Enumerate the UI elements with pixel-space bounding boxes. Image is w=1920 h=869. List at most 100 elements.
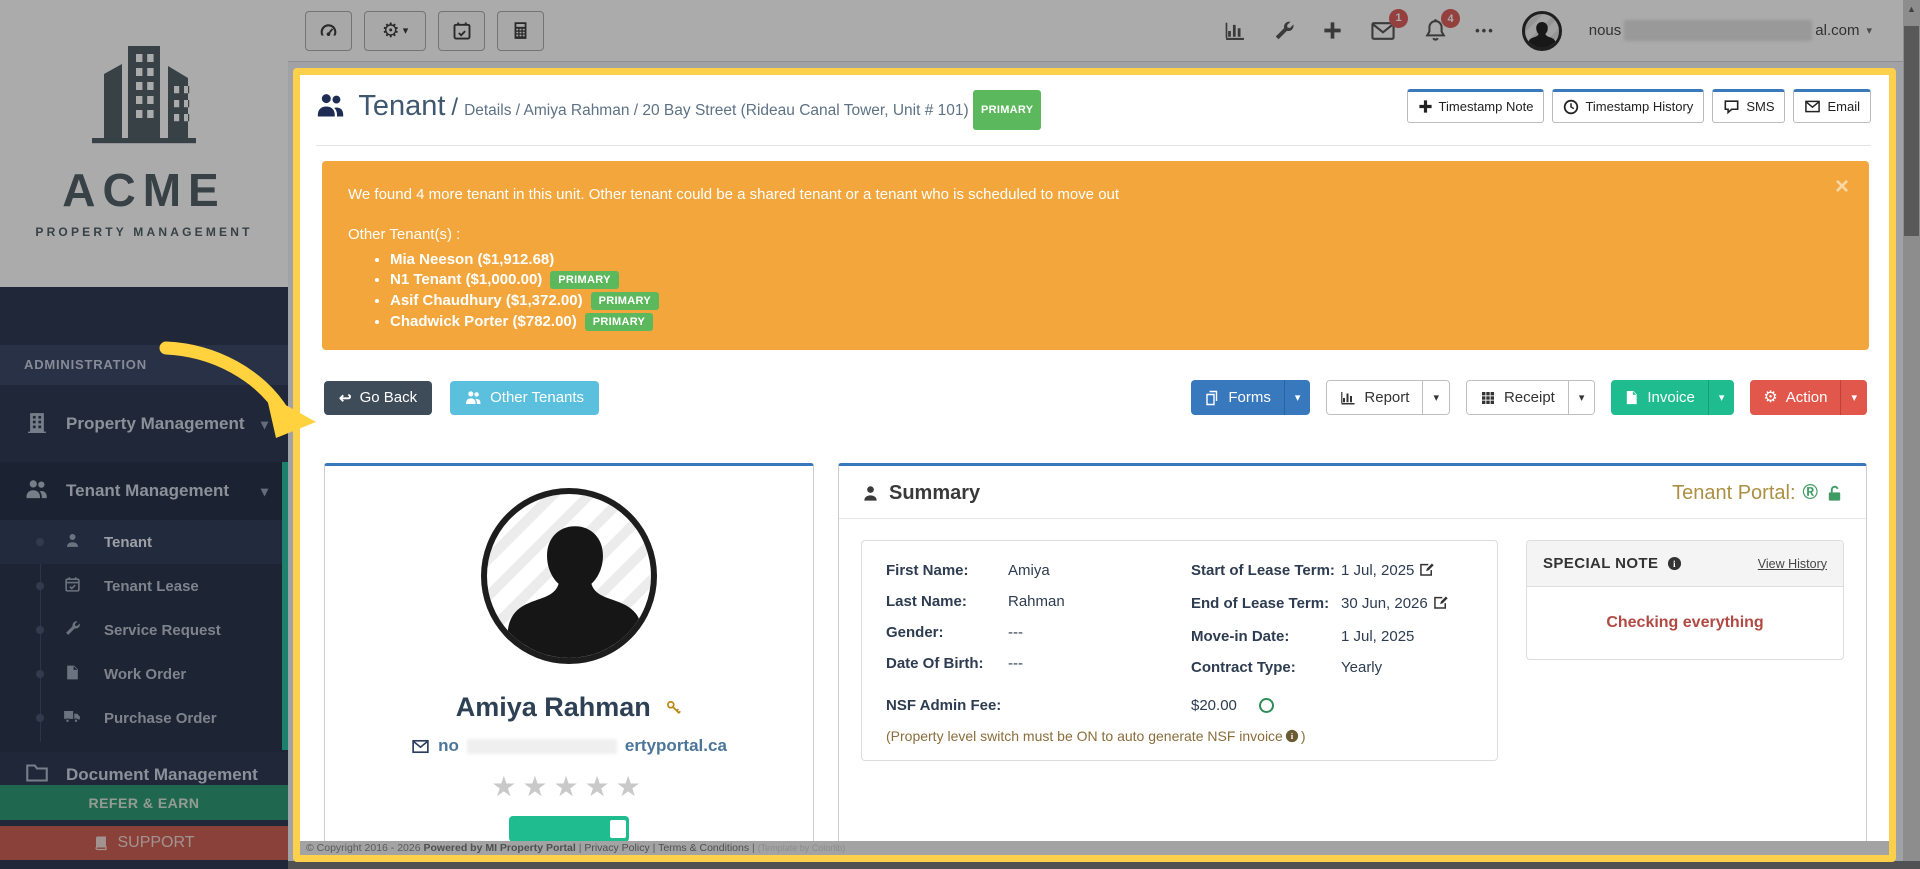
- go-back-label: Go Back: [359, 389, 418, 406]
- field-last-name: Last Name: Rahman: [886, 593, 1065, 610]
- primary-status-badge: PRIMARY: [590, 292, 659, 310]
- grid-icon: [1480, 390, 1496, 406]
- window-bottom-edge: [288, 861, 1920, 869]
- reports-chart-button[interactable]: [1224, 20, 1246, 42]
- tenant-email-suffix: ertyportal.ca: [624, 736, 727, 755]
- app-window: ACME PROPERTY MANAGEMENT ADMINISTRATION …: [0, 0, 1920, 869]
- receipt-dropdown-button[interactable]: ▾: [1567, 381, 1595, 414]
- sidebar-subitem-work-order[interactable]: Work Order: [0, 652, 288, 696]
- tenant-email-prefix: no: [438, 736, 459, 755]
- envelope-icon: [411, 737, 430, 756]
- invoice-dropdown-button[interactable]: ▾: [1707, 380, 1735, 415]
- refer-and-earn-button[interactable]: REFER & EARN: [0, 785, 288, 820]
- calendar-button[interactable]: [438, 10, 485, 51]
- settings-button[interactable]: ⚙ ▾: [364, 10, 426, 51]
- list-item: Chadwick Porter ($782.00)PRIMARY: [390, 313, 1843, 331]
- sidebar-subitem-service-request[interactable]: Service Request: [0, 608, 288, 652]
- user-menu[interactable]: nous al.com ▾: [1589, 20, 1872, 41]
- support-button[interactable]: SUPPORT: [0, 826, 288, 860]
- view-history-link[interactable]: View History: [1758, 557, 1827, 571]
- calendar-check-icon: [452, 21, 472, 41]
- sidebar-section-administration: ADMINISTRATION: [0, 345, 288, 385]
- lock-open-icon[interactable]: [1825, 484, 1844, 503]
- brand-logo[interactable]: ACME PROPERTY MANAGEMENT: [0, 0, 288, 287]
- field-lease-start: Start of Lease Term: 1 Jul, 2025: [1191, 561, 1473, 583]
- receipt-button[interactable]: Receipt: [1466, 381, 1568, 414]
- messages-button[interactable]: 1: [1370, 8, 1409, 44]
- timestamp-note-button[interactable]: Timestamp Note: [1406, 89, 1545, 123]
- email-label: Email: [1827, 99, 1860, 114]
- key-icon[interactable]: [666, 692, 682, 722]
- forms-dropdown-button[interactable]: ▾: [1283, 380, 1311, 415]
- list-item: Mia Neeson ($1,912.68): [390, 251, 1843, 268]
- messages-count-badge: 1: [1389, 8, 1409, 28]
- user-email-prefix: nous: [1588, 22, 1622, 39]
- timestamp-note-label: Timestamp Note: [1438, 99, 1534, 114]
- other-tenants-button[interactable]: Other Tenants: [450, 380, 600, 415]
- sidebar-item-property-management[interactable]: Property Management ▾: [0, 393, 288, 455]
- user-avatar[interactable]: [1521, 10, 1562, 51]
- support-label: SUPPORT: [117, 834, 195, 851]
- scrollbar-thumb[interactable]: [1904, 26, 1919, 236]
- tools-button[interactable]: [1273, 20, 1295, 42]
- forms-label: Forms: [1228, 389, 1271, 406]
- sidebar-subitem-tenant[interactable]: Tenant: [0, 520, 288, 564]
- brand-tagline: PROPERTY MANAGEMENT: [35, 225, 253, 239]
- tenant-email[interactable]: no ertyportal.ca: [325, 736, 813, 756]
- alert-other-tenants-label: Other Tenant(s) :: [348, 226, 461, 243]
- notifications-button[interactable]: 4: [1423, 9, 1461, 43]
- privacy-policy-link[interactable]: Privacy Policy: [584, 842, 649, 854]
- envelope-icon: [1804, 98, 1821, 115]
- chevron-down-icon: ▾: [260, 415, 268, 432]
- sms-label: SMS: [1746, 99, 1775, 114]
- sidebar-subitem-tenant-lease[interactable]: Tenant Lease: [0, 564, 288, 608]
- timestamp-history-label: Timestamp History: [1585, 99, 1694, 114]
- email-button[interactable]: Email: [1793, 89, 1871, 123]
- caret-down-icon: ▾: [1433, 392, 1439, 404]
- vertical-scrollbar[interactable]: ▲: [1903, 0, 1920, 869]
- info-icon[interactable]: i: [1285, 729, 1299, 743]
- go-back-button[interactable]: ↩ Go Back: [324, 380, 433, 415]
- calculator-button[interactable]: [497, 10, 544, 51]
- forms-button[interactable]: Forms: [1191, 380, 1284, 415]
- info-icon[interactable]: i: [1667, 556, 1682, 571]
- sidebar-subitem-purchase-order[interactable]: Purchase Order: [0, 696, 288, 740]
- scrollbar-up-arrow[interactable]: ▲: [1903, 4, 1920, 14]
- person-icon: [62, 532, 82, 553]
- tenant-toggle-button[interactable]: [509, 816, 629, 842]
- powered-by-link[interactable]: Powered by MI Property Portal: [423, 842, 575, 854]
- nsf-toggle[interactable]: [1258, 698, 1274, 713]
- tenant-fields-box: First Name: Amiya Last Name: Rahman Gender…: [861, 540, 1498, 761]
- report-button[interactable]: Report: [1327, 381, 1423, 414]
- sms-button[interactable]: SMS: [1712, 89, 1786, 123]
- highlighted-content-panel: Tenant / Details / Amiya Rahman / 20 Bay S…: [293, 68, 1896, 862]
- book-icon: [93, 835, 109, 851]
- header-divider: [316, 145, 1871, 146]
- registered-icon[interactable]: ®: [1803, 481, 1818, 505]
- timestamp-history-button[interactable]: Timestamp History: [1552, 89, 1705, 123]
- edit-icon[interactable]: [1420, 563, 1435, 581]
- tenant-rating-stars[interactable]: ★★★★★: [325, 770, 813, 803]
- action-dropdown-button[interactable]: ▾: [1840, 380, 1867, 415]
- footer: © Copyright 2016 - 2026 Powered by MI Pr…: [300, 841, 1889, 855]
- dashboard-button[interactable]: [305, 10, 352, 51]
- gear-icon: ⚙: [381, 19, 400, 42]
- wrench-icon: [62, 620, 82, 641]
- clock-icon: [1563, 99, 1579, 115]
- invoice-button[interactable]: Invoice: [1611, 380, 1708, 415]
- plus-icon: [1418, 99, 1433, 114]
- user-email-redacted: [1624, 20, 1813, 41]
- tenant-profile-card: Amiya Rahman no ertyportal.ca ★★★★★: [324, 463, 814, 855]
- edit-icon[interactable]: [1433, 596, 1449, 614]
- sidebar-item-tenant-management[interactable]: Tenant Management ▾: [0, 462, 288, 520]
- bar-chart-icon: [1340, 390, 1356, 406]
- report-dropdown-button[interactable]: ▾: [1422, 381, 1449, 414]
- sidebar: ACME PROPERTY MANAGEMENT ADMINISTRATION …: [0, 0, 288, 869]
- close-icon[interactable]: ×: [1835, 173, 1849, 201]
- users-icon: [24, 477, 50, 506]
- terms-link[interactable]: Terms & Conditions: [658, 842, 749, 854]
- users-icon: [465, 389, 482, 406]
- more-options-button[interactable]: •••: [1475, 23, 1495, 38]
- add-button[interactable]: [1322, 20, 1343, 41]
- action-button[interactable]: ⚙ Action: [1750, 380, 1841, 415]
